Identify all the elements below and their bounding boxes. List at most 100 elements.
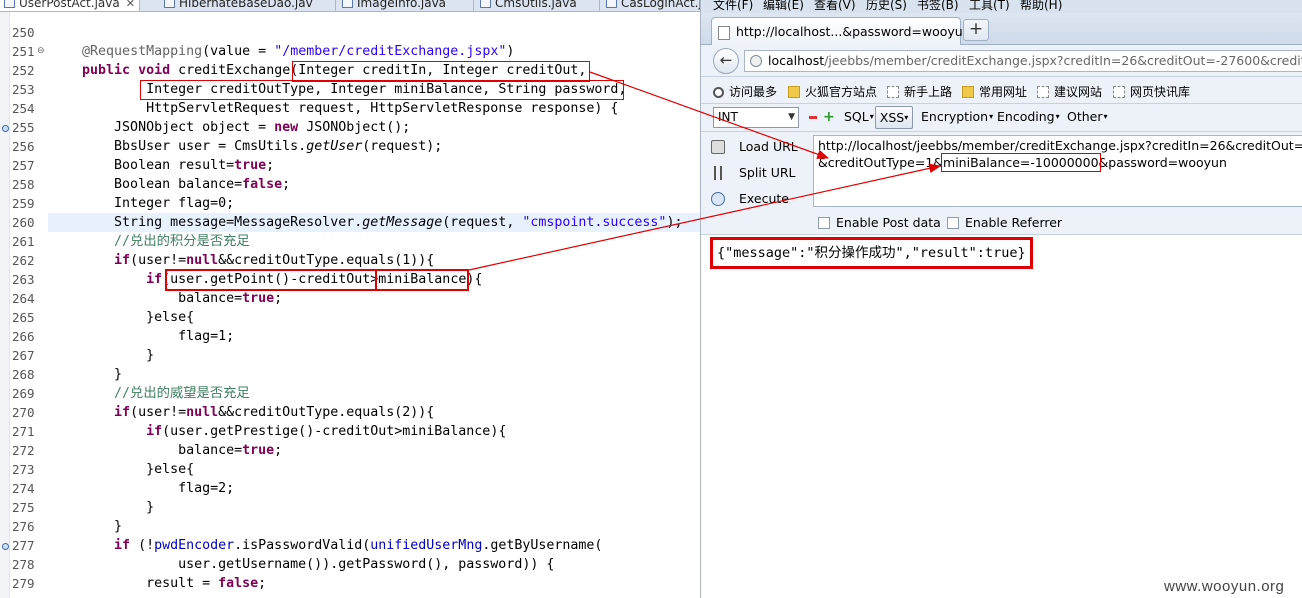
code-comment: //兑出的威望是否充足 bbox=[114, 386, 250, 401]
checkbox-icon bbox=[818, 217, 830, 229]
bookmark-common-sites[interactable]: 常用网址 bbox=[962, 83, 1027, 100]
code-text: ; bbox=[266, 158, 275, 173]
keyword: true bbox=[242, 291, 275, 306]
code-text: (request, bbox=[442, 215, 523, 230]
globe-icon bbox=[750, 55, 762, 67]
code-line-275: } bbox=[50, 498, 154, 517]
code-line-259: Integer flag=0; bbox=[50, 194, 234, 213]
other-label: Other bbox=[1067, 109, 1103, 124]
line-number: 264 bbox=[12, 291, 35, 306]
code-editor[interactable]: UserPostAct.java ✕ HibernateBaseDao.jav I… bbox=[0, 0, 700, 598]
line-number: 279 bbox=[12, 576, 35, 591]
page-content: {"message":"积分操作成功","result":true} bbox=[701, 235, 1302, 598]
line-number: 266 bbox=[12, 329, 35, 344]
code-line-262: if(user!=null&&creditOutType.equals(1)){ bbox=[50, 251, 434, 270]
enable-post-checkbox[interactable]: Enable Post data bbox=[818, 215, 941, 230]
code-text: (! bbox=[130, 538, 155, 553]
code-text: &&creditOutType.equals(1)){ bbox=[218, 253, 435, 268]
tab-userpostact[interactable]: UserPostAct.java ✕ bbox=[0, 0, 140, 11]
line-number: 255 bbox=[12, 120, 35, 135]
gear-icon bbox=[713, 87, 724, 98]
bookmark-getting-started[interactable]: 新手上路 bbox=[887, 83, 952, 100]
browser-tab-strip: http://localhost...&password=wooyun + bbox=[701, 13, 1302, 45]
line-number: 260 bbox=[12, 215, 35, 230]
enable-referrer-checkbox[interactable]: Enable Referrer bbox=[947, 215, 1062, 230]
encryption-menu[interactable]: Encryption▾ bbox=[921, 109, 993, 124]
int-select[interactable]: INT ▼ bbox=[713, 107, 799, 128]
bookmark-firefox-official[interactable]: 火狐官方站点 bbox=[788, 83, 877, 100]
menu-help[interactable]: 帮助(H) bbox=[1020, 0, 1062, 13]
tab-cmsutils[interactable]: CmsUtils.java bbox=[476, 0, 600, 11]
other-menu[interactable]: Other▾ bbox=[1067, 109, 1108, 124]
code-line-261: //兑出的积分是否充足 bbox=[50, 232, 250, 251]
code-text: ; bbox=[274, 291, 283, 306]
menu-file[interactable]: 文件(F) bbox=[713, 0, 753, 13]
bookmark-label: 建议网站 bbox=[1054, 85, 1103, 99]
int-select-value: INT bbox=[718, 110, 738, 124]
code-comment: //兑出的积分是否充足 bbox=[114, 234, 250, 249]
close-icon[interactable]: ✕ bbox=[126, 0, 135, 10]
address-bar[interactable]: localhost/jeebbs/member/creditExchange.j… bbox=[744, 50, 1302, 72]
new-tab-button[interactable]: + bbox=[963, 19, 989, 41]
encoding-menu[interactable]: Encoding▾ bbox=[997, 109, 1060, 124]
dropdown-arrow-icon: ▾ bbox=[1103, 112, 1108, 121]
menu-bookmarks[interactable]: 书签(B) bbox=[917, 0, 959, 13]
menu-view[interactable]: 查看(V) bbox=[814, 0, 856, 13]
tab-imageinfo[interactable]: ImageInfo.java bbox=[338, 0, 474, 11]
plus-icon[interactable]: + bbox=[823, 110, 835, 124]
line-number: 253 bbox=[12, 82, 35, 97]
line-number: 261 bbox=[12, 234, 35, 249]
sql-menu[interactable]: SQL▾ bbox=[844, 109, 874, 124]
annotation-ruler bbox=[0, 12, 10, 598]
code-text: user.getUsername()).getPassword(), passw… bbox=[178, 557, 555, 572]
json-response: {"message":"积分操作成功","result":true} bbox=[710, 237, 1033, 269]
line-number: 276 bbox=[12, 519, 35, 534]
code-text: .isPasswordValid( bbox=[234, 538, 371, 553]
params-highlight-box-2 bbox=[140, 80, 624, 100]
line-number: 270 bbox=[12, 405, 35, 420]
minibalance-highlight-box bbox=[375, 269, 469, 291]
keyword: void bbox=[138, 63, 171, 78]
code-line-268: } bbox=[50, 365, 122, 384]
menu-edit[interactable]: 编辑(E) bbox=[763, 0, 804, 13]
line-number: 278 bbox=[12, 557, 35, 572]
bookmark-suggested-sites[interactable]: 建议网站 bbox=[1037, 83, 1102, 100]
split-url-button[interactable]: Split URL bbox=[711, 165, 796, 180]
xss-menu[interactable]: XSS▾ bbox=[875, 106, 913, 129]
back-button[interactable]: ← bbox=[713, 48, 739, 74]
split-url-icon bbox=[714, 166, 722, 180]
hackbar-toolbar: INT ▼ + SQL▾ XSS▾ Encryption▾ Encoding▾ O… bbox=[701, 104, 1302, 132]
code-line-256: BbsUser user = CmsUtils.getUser(request)… bbox=[50, 137, 442, 156]
code-text: } bbox=[114, 519, 123, 534]
java-file-icon bbox=[342, 0, 353, 8]
code-line-265: }else{ bbox=[50, 308, 194, 327]
code-text: } bbox=[114, 367, 123, 382]
hackbar-url-textarea[interactable]: http://localhost/jeebbs/member/creditExc… bbox=[813, 135, 1302, 207]
dropdown-arrow-icon: ▾ bbox=[1055, 112, 1060, 121]
url-fragment: &password=wooyun bbox=[1098, 155, 1227, 170]
tab-hibernatebasedao[interactable]: HibernateBaseDao.jav bbox=[160, 0, 336, 11]
line-number: 256 bbox=[12, 139, 35, 154]
bookmark-web-slice[interactable]: 网页快讯库 bbox=[1113, 83, 1190, 100]
minus-icon[interactable] bbox=[809, 116, 817, 119]
params-highlight-box bbox=[292, 61, 590, 82]
menu-history[interactable]: 历史(S) bbox=[866, 0, 907, 13]
split-url-label: Split URL bbox=[739, 165, 796, 180]
execute-button[interactable]: Execute bbox=[711, 191, 789, 206]
line-number: 257 bbox=[12, 158, 35, 173]
tab-casloginact[interactable]: CasLoginAct.ja bbox=[602, 0, 700, 11]
folder-icon bbox=[788, 86, 800, 98]
code-text: } bbox=[146, 348, 155, 363]
minibalance-param-highlight: miniBalance=-10000000 bbox=[941, 153, 1101, 172]
code-text: String message=MessageResolver. bbox=[114, 215, 363, 230]
address-path: /jeebbs/member/creditExchange.jspx?credi… bbox=[824, 53, 1302, 68]
fold-collapse-icon[interactable]: ⊖ bbox=[37, 42, 45, 61]
keyword: null bbox=[186, 405, 219, 420]
static-method: getUser bbox=[306, 139, 363, 154]
browser-tab[interactable]: http://localhost...&password=wooyun bbox=[711, 17, 971, 45]
code-text: &&creditOutType.equals(2)){ bbox=[218, 405, 435, 420]
menu-tools[interactable]: 工具(T) bbox=[969, 0, 1010, 13]
load-url-button[interactable]: Load URL bbox=[711, 139, 798, 154]
bookmark-most-visited[interactable]: 访问最多 bbox=[713, 83, 777, 100]
code-line-266: flag=1; bbox=[50, 327, 234, 346]
